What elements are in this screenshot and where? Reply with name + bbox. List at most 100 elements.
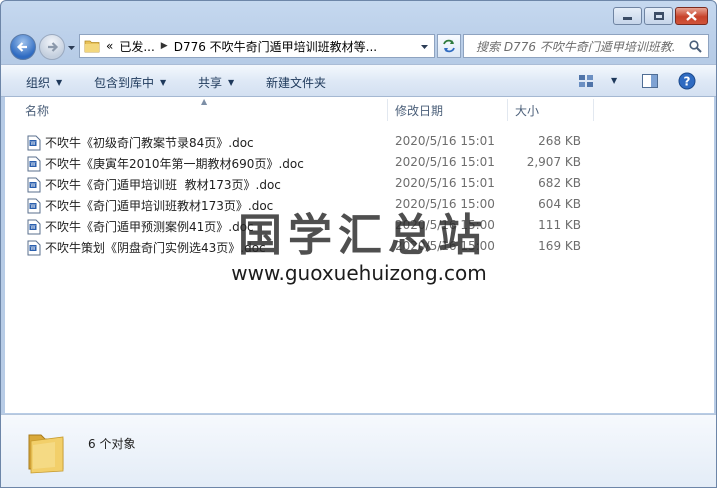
svg-text:W: W [31,225,36,231]
file-date: 2020/5/16 15:01 [395,134,495,148]
file-name-cell: W 不吹牛《初级奇门教案节录84页》.doc [27,134,254,151]
file-size: 604 KB [538,197,581,211]
file-name-cell: W 不吹牛《奇门遁甲培训班教材173页》.doc [27,197,273,214]
file-name-cell: W 不吹牛《奇门遁甲预测案例41页》.doc [27,218,254,235]
table-row[interactable]: W 不吹牛《奇门遁甲培训班 教材173页》.doc 2020/5/16 15:0… [5,173,714,194]
file-size: 111 KB [538,218,581,232]
new-folder-label: 新建文件夹 [266,76,327,90]
column-name-label: 名称 [25,103,50,118]
folder-icon [28,434,64,474]
table-row[interactable]: W 不吹牛《奇门遁甲培训班教材173页》.doc 2020/5/16 15:00… [5,194,714,215]
file-name: 不吹牛《奇门遁甲培训班 教材173页》.doc [45,178,281,192]
file-size: 268 KB [538,134,581,148]
help-icon: ? [678,72,696,90]
recent-pages-dropdown-icon[interactable] [67,43,76,52]
breadcrumb-item-current[interactable]: D776 不吹牛奇门遁甲培训班教材等... [174,38,377,55]
table-row[interactable]: W 不吹牛《庚寅年2010年第一期教材690页》.doc 2020/5/16 1… [5,152,714,173]
file-date: 2020/5/16 15:00 [395,239,495,253]
include-in-library-label: 包含到库中 [94,76,155,90]
minimize-button[interactable] [613,7,642,25]
share-label: 共享 [198,76,223,90]
word-document-icon: W [27,156,41,171]
arrow-left-icon [16,42,27,52]
breadcrumb-item-parent[interactable]: 已发... [119,38,154,55]
file-name: 不吹牛《庚寅年2010年第一期教材690页》.doc [45,157,304,171]
column-divider[interactable] [593,99,594,121]
new-folder-button[interactable]: 新建文件夹 [266,74,326,91]
address-dropdown-button[interactable] [416,37,432,55]
file-size: 682 KB [538,176,581,190]
refresh-button[interactable] [437,34,461,58]
address-bar[interactable]: « 已发... ▶ D776 不吹牛奇门遁甲培训班教材等... [79,34,435,58]
close-icon [676,8,707,24]
search-box[interactable]: 搜索 D776 不吹牛奇门遁甲培训班教... [463,34,709,58]
file-date: 2020/5/16 15:00 [395,197,495,211]
share-button[interactable]: 共享 ▼ [198,74,234,91]
svg-text:W: W [31,183,36,189]
table-row[interactable]: W 不吹牛《奇门遁甲预测案例41页》.doc 2020/5/16 15:00 1… [5,215,714,236]
table-row[interactable]: W 不吹牛策划《阴盘奇门实例选43页》.doc 2020/5/16 15:00 … [5,236,714,257]
word-document-icon: W [27,177,41,192]
column-size-label: 大小 [515,103,540,118]
file-name: 不吹牛《奇门遁甲预测案例41页》.doc [45,220,254,234]
svg-text:W: W [31,246,36,252]
close-button[interactable] [675,7,708,25]
organize-button[interactable]: 组织 ▼ [26,74,62,91]
view-options-icon [579,75,593,87]
include-in-library-button[interactable]: 包含到库中 ▼ [94,74,166,91]
file-name: 不吹牛策划《阴盘奇门实例选43页》.doc [45,241,266,255]
item-count: 6 个对象 [88,437,136,451]
search-icon[interactable] [689,40,702,53]
chevron-down-icon: ▼ [228,78,235,87]
view-dropdown-icon[interactable]: ▼ [611,76,617,85]
word-document-icon: W [27,198,41,213]
svg-text:W: W [31,162,36,168]
file-date: 2020/5/16 15:01 [395,155,495,169]
file-list: ▲ 名称 修改日期 大小 W 不吹牛《初级奇门教案节录84页》.doc 2020… [5,97,714,413]
maximize-icon [645,8,672,24]
folder-icon [84,40,100,53]
help-button[interactable]: ? [678,72,696,93]
file-date: 2020/5/16 15:00 [395,218,495,232]
file-name-cell: W 不吹牛《奇门遁甲培训班 教材173页》.doc [27,176,281,193]
back-button[interactable] [10,34,36,60]
column-divider[interactable] [507,99,508,121]
refresh-icon [443,39,455,53]
column-header-name[interactable]: 名称 [25,97,385,123]
column-date-label: 修改日期 [395,103,444,118]
change-view-button[interactable] [578,73,596,92]
file-name-cell: W 不吹牛《庚寅年2010年第一期教材690页》.doc [27,155,304,172]
word-document-icon: W [27,240,41,255]
file-name-cell: W 不吹牛策划《阴盘奇门实例选43页》.doc [27,239,266,256]
file-name: 不吹牛《奇门遁甲培训班教材173页》.doc [45,199,274,213]
chevron-down-icon: ▼ [56,78,63,87]
forward-button[interactable] [39,34,65,60]
explorer-window: « 已发... ▶ D776 不吹牛奇门遁甲培训班教材等... 搜索 D776 … [0,0,717,488]
details-pane: 6 个对象 [1,414,716,487]
maximize-button[interactable] [644,7,673,25]
svg-text:W: W [31,141,36,147]
column-header-size[interactable]: 大小 [515,97,595,123]
chevron-right-icon[interactable]: ▶ [161,41,168,51]
caption-buttons [613,7,708,25]
word-document-icon: W [27,219,41,234]
column-divider[interactable] [387,99,388,121]
chevron-down-icon: ▼ [160,78,167,87]
svg-text:?: ? [684,75,691,89]
column-header-date[interactable]: 修改日期 [395,97,505,123]
file-size: 169 KB [538,239,581,253]
svg-text:W: W [31,204,36,210]
preview-pane-button[interactable] [641,73,659,92]
file-size: 2,907 KB [526,155,581,169]
file-name: 不吹牛《初级奇门教案节录84页》.doc [45,136,254,150]
table-row[interactable]: W 不吹牛《初级奇门教案节录84页》.doc 2020/5/16 15:01 2… [5,131,714,152]
breadcrumb: « 已发... ▶ D776 不吹牛奇门遁甲培训班教材等... [106,38,377,55]
chevron-down-icon [420,44,428,49]
arrow-right-icon [48,42,59,52]
organize-label: 组织 [26,76,51,90]
command-bar: 组织 ▼ 包含到库中 ▼ 共享 ▼ 新建文件夹 ▼ ? [1,64,716,97]
word-document-icon: W [27,135,41,150]
search-input[interactable]: 搜索 D776 不吹牛奇门遁甲培训班教... [476,38,676,55]
file-date: 2020/5/16 15:01 [395,176,495,190]
breadcrumb-overflow[interactable]: « [106,39,113,53]
